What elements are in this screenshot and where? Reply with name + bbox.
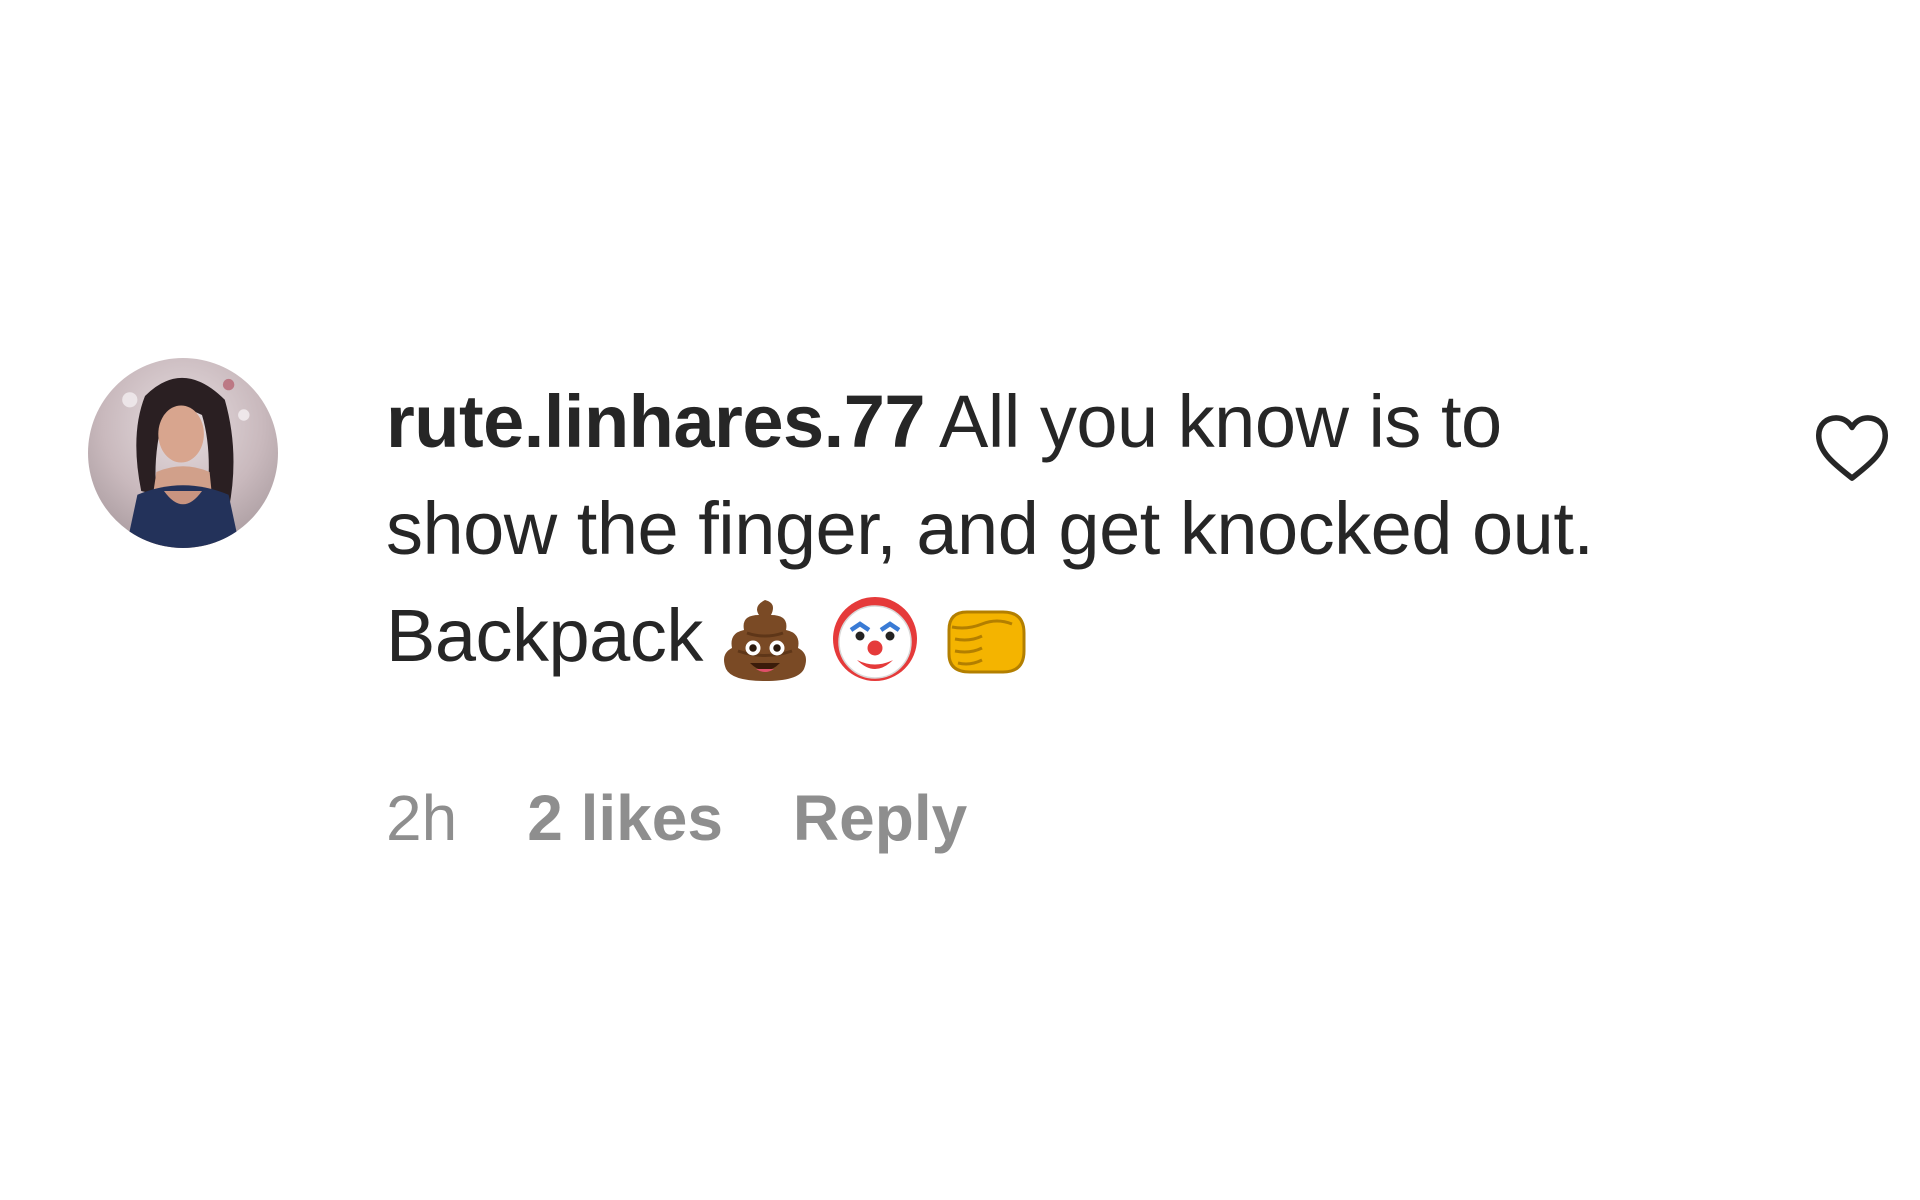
avatar[interactable] [88, 358, 278, 548]
comment-item: rute.linhares.77 All you know is to show … [0, 0, 1920, 1200]
comment-likes-count[interactable]: 2 likes [527, 781, 723, 855]
comment-username[interactable]: rute.linhares.77 [386, 380, 926, 463]
comment-text: rute.linhares.77 All you know is to show … [386, 368, 1676, 689]
comment-timestamp[interactable]: 2h [386, 781, 457, 855]
heart-outline-icon[interactable] [1814, 412, 1890, 484]
pile-of-poo-emoji [717, 591, 813, 687]
comment-meta: 2h 2 likes Reply [386, 778, 1037, 858]
oncoming-fist-emoji [937, 591, 1033, 687]
comment-body: rute.linhares.77 All you know is to show … [386, 368, 1686, 689]
reply-button[interactable]: Reply [793, 781, 967, 855]
clown-face-emoji [827, 591, 923, 687]
avatar-image [88, 358, 278, 548]
